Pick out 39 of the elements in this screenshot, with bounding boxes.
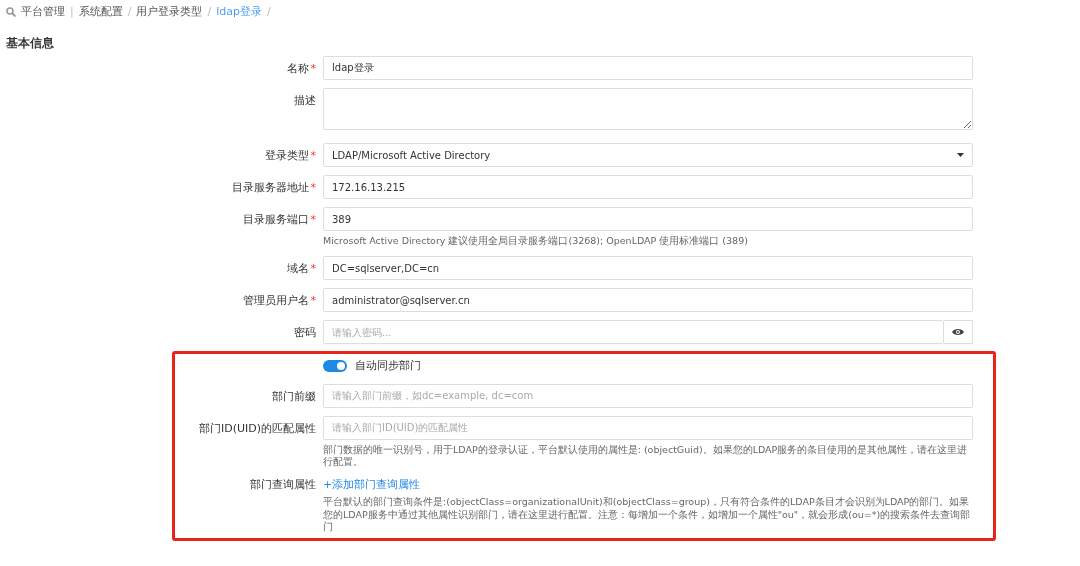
required-mark: * [310,262,316,276]
breadcrumb-separator: / [127,4,132,20]
input-field[interactable]: administrator@sqlserver.cn [323,288,973,313]
password-field[interactable]: 请输入密码... [323,320,945,345]
field-label: 密码 [294,326,316,340]
required-mark: * [310,149,316,163]
section-title: 基本信息 [5,34,55,52]
field-label: 管理员用户名 [242,294,309,308]
input-field[interactable]: 请输入部门前缀，如dc=example, dc=com [323,383,973,408]
required-mark: * [310,294,316,308]
breadcrumb-separator: | [70,4,74,20]
input-field[interactable]: ldap登录 [323,55,973,80]
select-field[interactable]: LDAP/Microsoft Active Directory [323,143,973,168]
required-mark: * [310,213,316,227]
field-label: 部门查询属性 [250,478,316,492]
toggle-label: 自动同步部门 [355,358,421,375]
add-query-attribute-link[interactable]: +添加部门查询属性 [323,478,421,492]
field-label: 描述 [294,93,316,107]
field-label: 目录服务器地址 [231,181,309,195]
field-label: 登录类型 [264,149,309,163]
breadcrumb-item[interactable]: 用户登录类型 [136,4,203,21]
field-label: 部门ID(UID)的匹配属性 [198,421,316,435]
required-mark: * [310,181,316,195]
field-label: 目录服务端口 [242,213,309,227]
input-field[interactable]: 172.16.13.215 [323,175,973,200]
required-mark: * [310,61,316,75]
field-label: 部门前缀 [272,389,316,403]
breadcrumb-separator: / [266,4,271,20]
input-field[interactable]: 请输入部门ID(UID)的匹配属性 [323,415,973,440]
breadcrumb-item[interactable]: 系统配置 [78,4,123,21]
breadcrumb-separator: / [207,4,212,20]
input-field[interactable]: DC=sqlserver,DC=cn [323,256,973,281]
help-text: 平台默认的部门查询条件是:(objectClass=organizationalUnit)和(objectClass=group)，只有符合条件的LDAP条目才会识别为LDAP的部门。如果您的LDAP服务中通过其他属性识别部门，请在这里进行配置。注意：每增加一个条件，如增加一个属性"ou"，就会形成(ou=*)的搜索条件去查询部门 [323,495,972,535]
field-label: 名称 [286,61,309,75]
breadcrumb-item[interactable]: 平台管理 [21,4,65,21]
input-field[interactable]: 389 [323,207,973,232]
help-text: 部门数据的唯一识别号，用于LDAP的登录认证，平台默认使用的属性是: (objectGuid)。如果您的LDAP服务的条目使用的是其他属性，请在这里进行配置。 [323,443,969,470]
field-label: 域名 [286,262,309,276]
help-text: Microsoft Active Directory 建议使用全局目录服务端口(3268); OpenLDAP 使用标准端口 (389) [323,235,749,249]
